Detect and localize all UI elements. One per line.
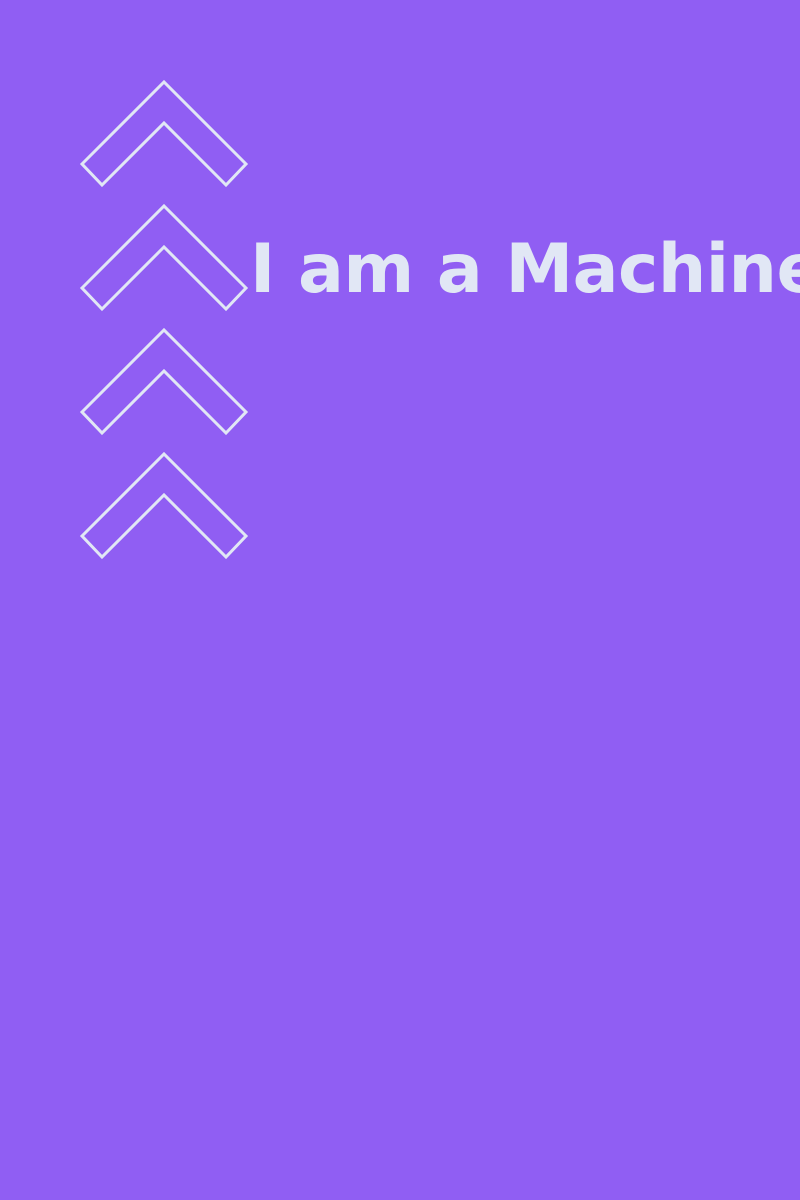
chevron-up-icon — [79, 79, 249, 188]
headline-text: I am a Machine — [250, 230, 800, 309]
poster-canvas: I am a Machine — [0, 0, 800, 1200]
chevron-up-icon — [79, 451, 249, 560]
chevron-stack-graphic — [79, 79, 249, 560]
chevron-up-icon — [79, 327, 249, 436]
chevron-stack — [78, 78, 252, 564]
chevron-up-icon — [79, 203, 249, 312]
